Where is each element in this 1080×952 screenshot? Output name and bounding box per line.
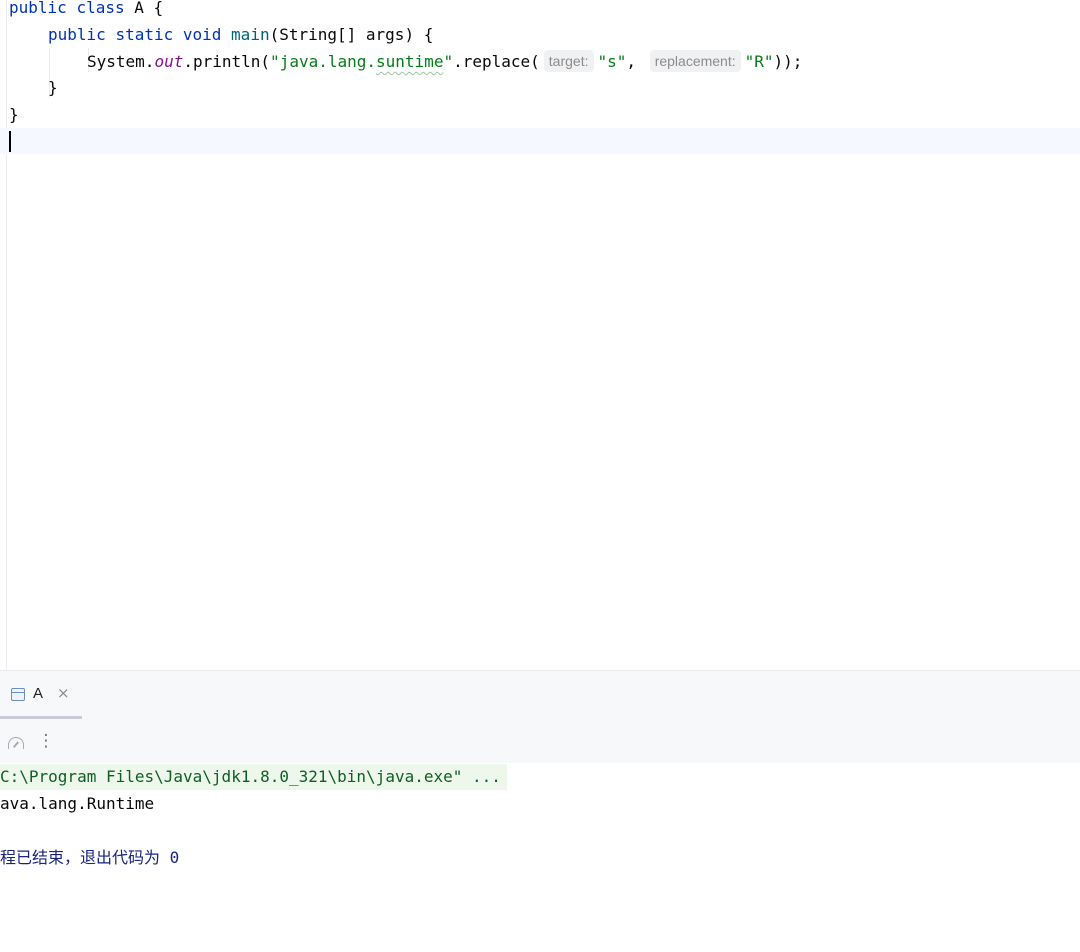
close-icon[interactable]: × (57, 684, 70, 702)
brace: } (48, 78, 58, 97)
exit-code: 0 (169, 848, 180, 867)
brace: { (153, 0, 164, 17)
string-literal-end: " (443, 52, 454, 71)
exit-message: 程已结束，退出代码为 (0, 848, 170, 867)
keyword: public (48, 25, 106, 44)
replace-call: .replace( (453, 52, 540, 71)
code-line-4[interactable]: } (48, 74, 58, 101)
string-literal-start: "java.lang. (270, 52, 377, 71)
keyword: public (9, 0, 67, 17)
text-caret (9, 131, 11, 152)
println-call: .println( (183, 52, 271, 71)
console-stdout-line: ava.lang.Runtime (0, 794, 155, 813)
code-line-1[interactable]: public class A { (9, 0, 163, 21)
current-line-highlight (0, 128, 1080, 154)
class-name: A (134, 0, 144, 17)
console-command-line: C:\Program Files\Java\jdk1.8.0_321\bin\j… (0, 764, 507, 790)
run-config-icon (11, 688, 25, 701)
run-tab-bar: A × (0, 671, 1080, 719)
profiler-icon[interactable] (6, 731, 26, 751)
tab-run-a[interactable]: A × (0, 671, 82, 719)
param-hint-target: target: (543, 50, 594, 72)
code-editor[interactable]: public class A { public static void main… (0, 0, 1080, 670)
method-name: main (231, 25, 270, 44)
editor-left-border (6, 0, 7, 670)
statement-end: )); (773, 52, 803, 71)
run-tool-window: A × ⋮ C:\Program Files\Java\jdk1.8.0_321… (0, 671, 1080, 952)
code-line-5[interactable]: } (9, 101, 19, 128)
param-hint-replacement: replacement: (649, 50, 741, 72)
arg-target: "s" (597, 52, 627, 71)
code-line-2[interactable]: public static void main(String[] args) { (48, 21, 433, 48)
method-params: (String[] args) { (269, 25, 434, 44)
more-options-icon[interactable]: ⋮ (36, 731, 56, 751)
arg-replacement: "R" (744, 52, 774, 71)
keyword: void (182, 25, 222, 44)
run-toolbar: ⋮ (0, 719, 1080, 763)
comma: , (626, 52, 637, 71)
system-ref: System. (87, 52, 155, 71)
tab-label: A (33, 685, 44, 702)
console-exit-line: 程已结束，退出代码为 0 (0, 845, 179, 871)
static-field: out (154, 52, 184, 71)
keyword: static (115, 25, 174, 44)
code-line-3[interactable]: System.out.println("java.lang.suntime".r… (87, 48, 802, 75)
keyword: class (76, 0, 125, 17)
brace: } (9, 105, 19, 124)
typo-word: suntime (376, 52, 444, 71)
